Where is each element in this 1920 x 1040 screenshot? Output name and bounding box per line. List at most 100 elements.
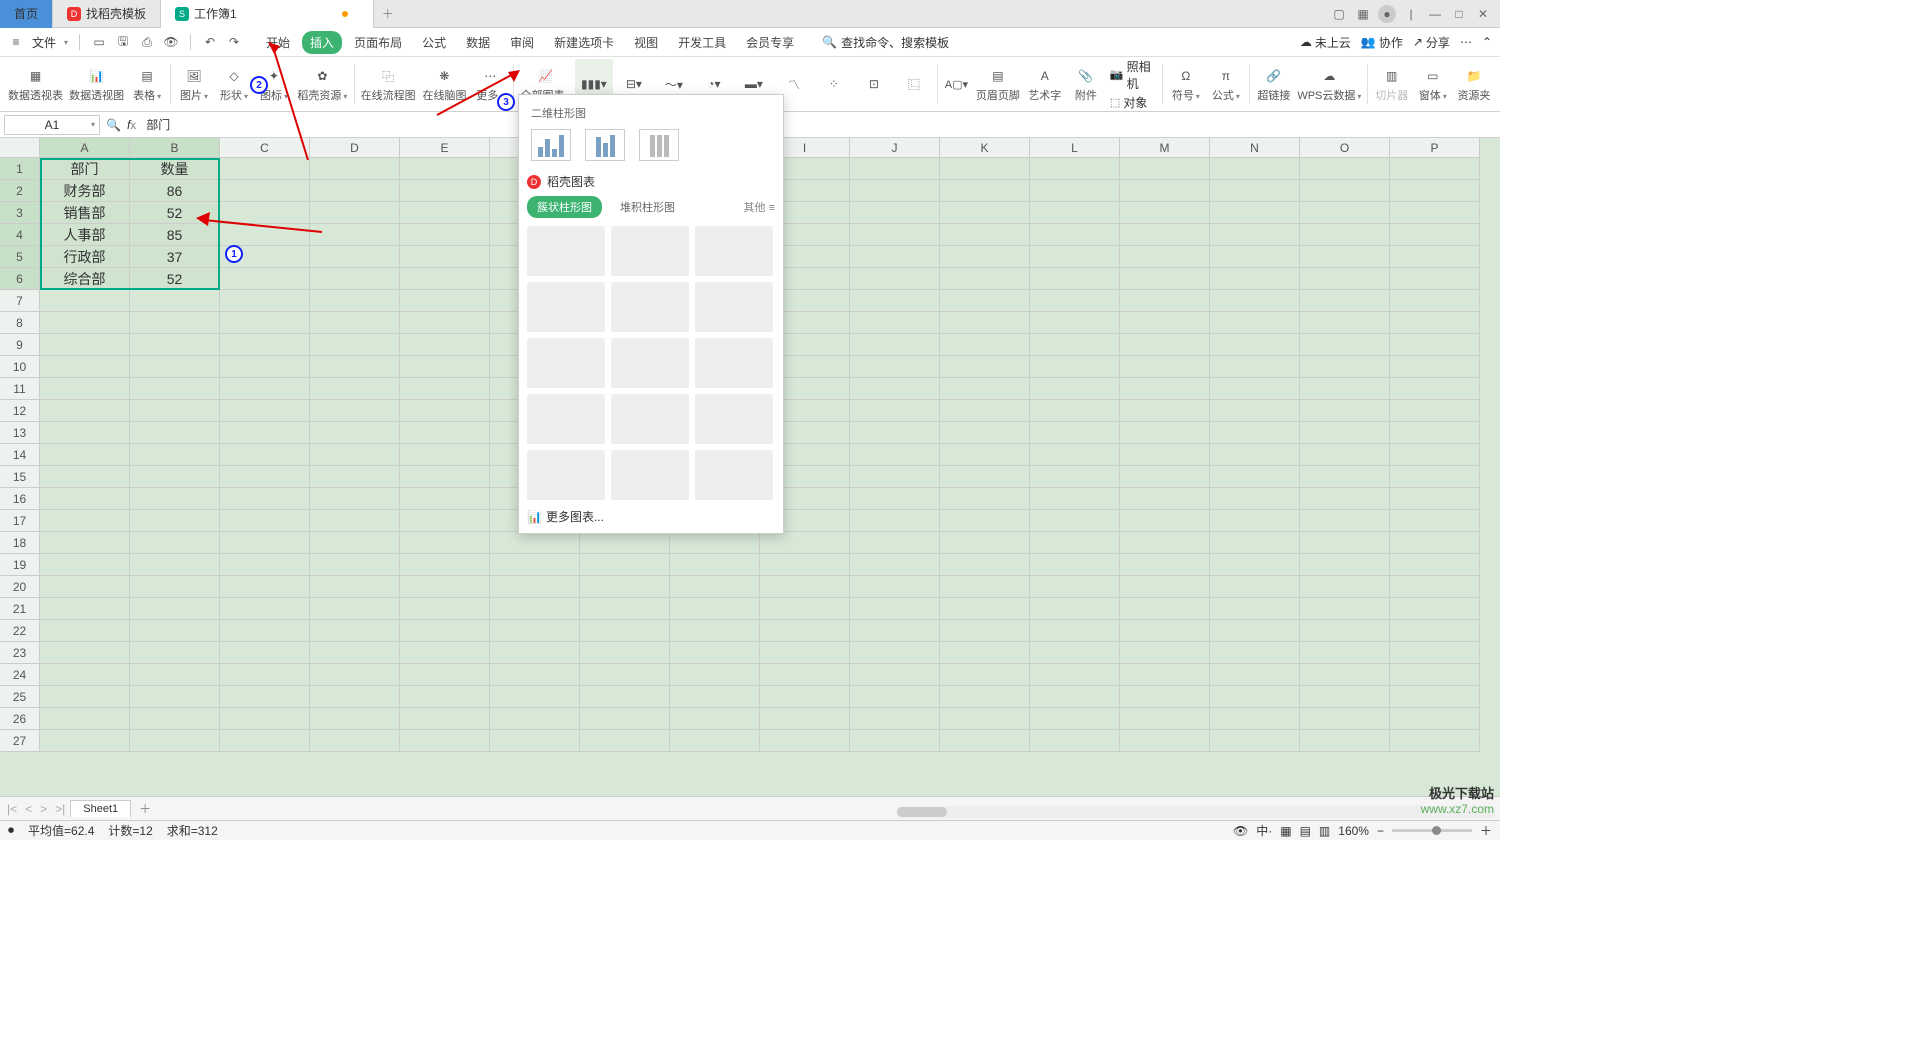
cell[interactable]: [1120, 730, 1210, 752]
cell[interactable]: [1030, 444, 1120, 466]
row-header[interactable]: 19: [0, 554, 40, 576]
cell[interactable]: [130, 686, 220, 708]
chart-template[interactable]: [527, 338, 605, 388]
column-header[interactable]: N: [1210, 138, 1300, 158]
cell[interactable]: [1120, 532, 1210, 554]
cell[interactable]: [310, 664, 400, 686]
cell[interactable]: [1120, 686, 1210, 708]
symbol-button[interactable]: Ω符号: [1167, 59, 1205, 109]
cell[interactable]: [760, 642, 850, 664]
cell[interactable]: [1210, 312, 1300, 334]
cell[interactable]: [130, 620, 220, 642]
cell[interactable]: [490, 532, 580, 554]
cell[interactable]: [1210, 268, 1300, 290]
column-header[interactable]: A: [40, 138, 130, 158]
cell[interactable]: [1390, 268, 1480, 290]
cell[interactable]: [1120, 510, 1210, 532]
cell[interactable]: [220, 488, 310, 510]
cell[interactable]: [760, 598, 850, 620]
cell[interactable]: [940, 576, 1030, 598]
cell[interactable]: [850, 730, 940, 752]
cell[interactable]: [940, 532, 1030, 554]
cell[interactable]: [940, 378, 1030, 400]
cell[interactable]: [1210, 356, 1300, 378]
cell[interactable]: [580, 664, 670, 686]
cell[interactable]: [400, 422, 490, 444]
cell[interactable]: [1300, 466, 1390, 488]
cell[interactable]: [940, 312, 1030, 334]
cell[interactable]: [1210, 686, 1300, 708]
shape-button[interactable]: ◇形状: [215, 59, 253, 109]
cell[interactable]: [220, 400, 310, 422]
cell[interactable]: [220, 422, 310, 444]
cell[interactable]: [940, 488, 1030, 510]
cell[interactable]: [1120, 598, 1210, 620]
slicer-button[interactable]: ▥切片器: [1372, 59, 1412, 109]
cell[interactable]: [760, 620, 850, 642]
cell[interactable]: [1030, 422, 1120, 444]
row-header[interactable]: 9: [0, 334, 40, 356]
cell[interactable]: [1030, 708, 1120, 730]
cell[interactable]: [940, 510, 1030, 532]
cell[interactable]: [220, 554, 310, 576]
undo-icon[interactable]: ↶: [202, 34, 218, 50]
row-header[interactable]: 27: [0, 730, 40, 752]
cell[interactable]: [130, 532, 220, 554]
cell[interactable]: [220, 598, 310, 620]
cell[interactable]: [940, 422, 1030, 444]
menu-view[interactable]: 视图: [626, 31, 666, 54]
cell[interactable]: [220, 510, 310, 532]
cell[interactable]: [400, 664, 490, 686]
cell[interactable]: [1030, 488, 1120, 510]
column-header[interactable]: D: [310, 138, 400, 158]
cell[interactable]: [1390, 400, 1480, 422]
file-menu[interactable]: 文件: [32, 34, 56, 51]
menu-formula[interactable]: 公式: [414, 31, 454, 54]
cell[interactable]: [40, 378, 130, 400]
cell[interactable]: [1030, 466, 1120, 488]
menu-review[interactable]: 审阅: [502, 31, 542, 54]
cell[interactable]: [220, 378, 310, 400]
cell[interactable]: [940, 708, 1030, 730]
cell[interactable]: [1120, 708, 1210, 730]
layout-icon[interactable]: ▢: [1330, 5, 1348, 23]
cell[interactable]: [1210, 246, 1300, 268]
cell[interactable]: [850, 356, 940, 378]
cell[interactable]: [670, 730, 760, 752]
cell[interactable]: [580, 708, 670, 730]
cell[interactable]: [940, 466, 1030, 488]
scatter-chart-button[interactable]: ⁘: [815, 59, 853, 109]
cell[interactable]: [1030, 686, 1120, 708]
row-header[interactable]: 5: [0, 246, 40, 268]
cell[interactable]: [670, 576, 760, 598]
prev-sheet-button[interactable]: <: [22, 802, 35, 816]
cell[interactable]: [1390, 642, 1480, 664]
cell[interactable]: [940, 686, 1030, 708]
cell[interactable]: [850, 642, 940, 664]
cell[interactable]: [850, 532, 940, 554]
cell[interactable]: 37: [130, 246, 220, 268]
cell[interactable]: [400, 246, 490, 268]
cell[interactable]: [1030, 356, 1120, 378]
cell[interactable]: [1030, 224, 1120, 246]
cell[interactable]: [940, 642, 1030, 664]
cell[interactable]: [1300, 708, 1390, 730]
cell[interactable]: [1390, 444, 1480, 466]
maximize-button[interactable]: □: [1450, 5, 1468, 23]
cell[interactable]: [580, 532, 670, 554]
cell[interactable]: [310, 598, 400, 620]
cell[interactable]: [490, 598, 580, 620]
menu-layout[interactable]: 页面布局: [346, 31, 410, 54]
cell[interactable]: [850, 180, 940, 202]
cell[interactable]: [940, 246, 1030, 268]
cell[interactable]: [1210, 664, 1300, 686]
row-header[interactable]: 11: [0, 378, 40, 400]
cell[interactable]: [670, 642, 760, 664]
cell[interactable]: [760, 730, 850, 752]
chart-template[interactable]: [527, 394, 605, 444]
cell[interactable]: [1120, 246, 1210, 268]
row-header[interactable]: 26: [0, 708, 40, 730]
cell[interactable]: [490, 686, 580, 708]
cell[interactable]: [1390, 488, 1480, 510]
chart-template[interactable]: [527, 282, 605, 332]
